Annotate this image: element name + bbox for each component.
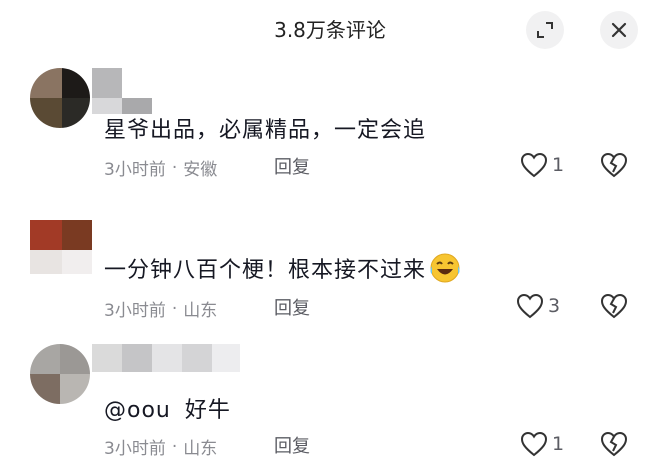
comments-header: 3.8万条评论 [0, 0, 660, 58]
dislike-button[interactable] [600, 431, 628, 461]
avatar[interactable] [30, 220, 92, 274]
broken-heart-icon [600, 293, 628, 319]
reply-button[interactable]: 回复 [274, 432, 310, 458]
dislike-button[interactable] [600, 293, 628, 323]
meta-separator: · [171, 436, 178, 457]
laughing-crying-emoji-icon [428, 252, 462, 290]
like-count: 1 [552, 154, 565, 176]
close-button[interactable] [600, 11, 638, 49]
comment-item: @oou 好牛 3小时前 · 山东 回复 1 [0, 336, 660, 466]
expand-icon [537, 22, 553, 38]
avatar[interactable] [30, 344, 90, 404]
comment-meta: 3小时前 · 山东 [104, 296, 218, 322]
username-redacted [92, 344, 240, 372]
comment-body: 好牛 [184, 398, 231, 423]
comment-text: 一分钟八百个梗！根本接不过来 [104, 252, 462, 290]
heart-icon [520, 431, 548, 457]
comment-time: 3小时前 [104, 439, 166, 459]
comment-time: 3小时前 [104, 160, 166, 180]
comment-meta: 3小时前 · 安徽 [104, 155, 218, 181]
username-redacted [92, 68, 154, 114]
broken-heart-icon [600, 152, 628, 178]
like-button[interactable]: 1 [520, 152, 564, 178]
comment-text: 星爷出品，必属精品，一定会追 [104, 118, 427, 143]
dislike-button[interactable] [600, 152, 628, 182]
expand-button[interactable] [526, 11, 564, 49]
comment-location: 山东 [183, 301, 218, 321]
meta-separator: · [171, 298, 178, 319]
reply-button[interactable]: 回复 [274, 153, 310, 179]
comment-item: 一分钟八百个梗！根本接不过来 3小时前 · 山东 回复 3 [0, 200, 660, 330]
like-button[interactable]: 1 [520, 431, 564, 457]
comment-time: 3小时前 [104, 301, 166, 321]
comment-meta: 3小时前 · 山东 [104, 434, 218, 460]
heart-icon [516, 293, 544, 319]
comment-body: 一分钟八百个梗！根本接不过来 [104, 258, 427, 283]
comment-location: 山东 [183, 439, 218, 459]
mention-link[interactable]: @oou [104, 398, 171, 423]
like-count: 3 [548, 295, 561, 317]
close-icon [611, 22, 627, 38]
meta-separator: · [171, 157, 178, 178]
like-button[interactable]: 3 [516, 293, 560, 319]
heart-icon [520, 152, 548, 178]
comment-location: 安徽 [183, 160, 218, 180]
like-count: 1 [552, 433, 565, 455]
comment-text: @oou 好牛 [104, 392, 231, 424]
reply-button[interactable]: 回复 [274, 294, 310, 320]
comment-item: 星爷出品，必属精品，一定会追 3小时前 · 安徽 回复 1 [0, 60, 660, 190]
broken-heart-icon [600, 431, 628, 457]
avatar[interactable] [30, 68, 90, 128]
